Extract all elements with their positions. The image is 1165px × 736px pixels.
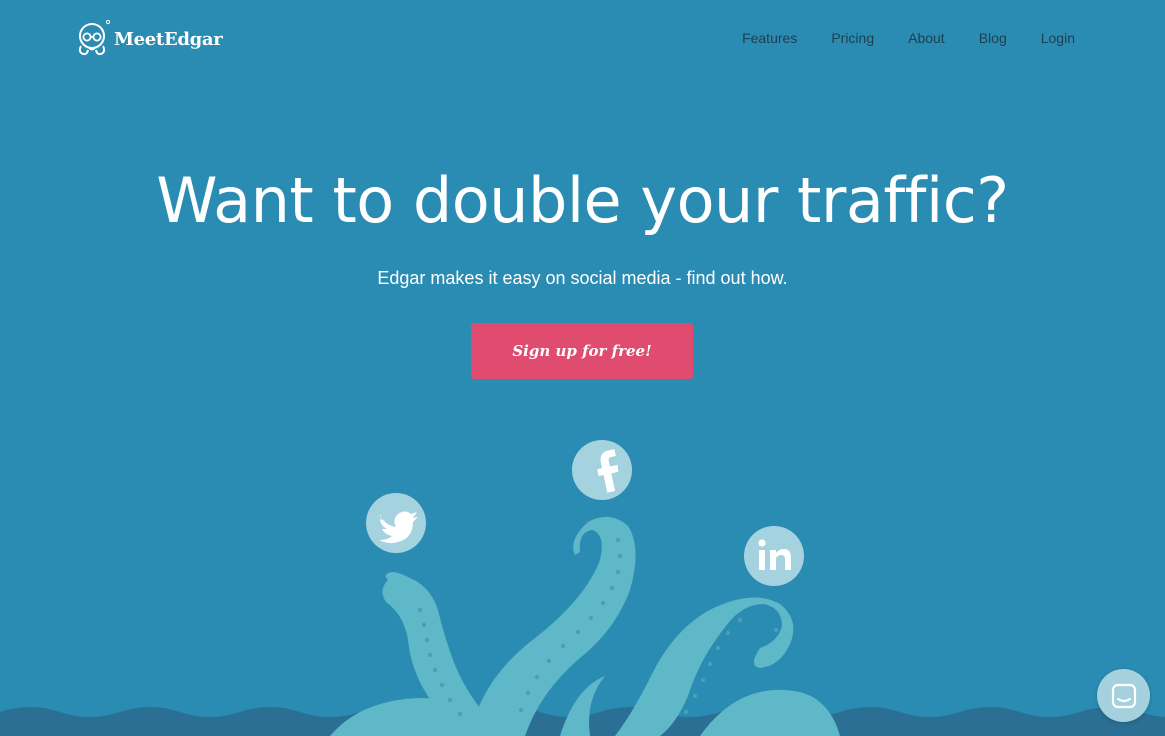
site-header: MeetEdgar Features Pricing About Blog Lo… <box>0 0 1165 80</box>
brand-name: MeetEdgar <box>114 28 223 50</box>
hero-title: Want to double your traffic? <box>156 164 1009 237</box>
twitter-icon[interactable] <box>366 493 426 553</box>
brand-logo[interactable]: MeetEdgar <box>72 19 223 59</box>
nav-link-features[interactable]: Features <box>742 30 797 46</box>
nav-link-about[interactable]: About <box>908 30 945 46</box>
linkedin-icon[interactable] <box>744 526 804 586</box>
octopus-illustration <box>0 440 1165 736</box>
tentacle-center <box>470 516 636 736</box>
nav-link-pricing[interactable]: Pricing <box>831 30 874 46</box>
hero-subtitle: Edgar makes it easy on social media - fi… <box>377 268 788 288</box>
main-nav: Features Pricing About Blog Login <box>742 30 1075 46</box>
nav-link-blog[interactable]: Blog <box>979 30 1007 46</box>
chat-icon <box>1111 683 1136 708</box>
tentacle-front-right <box>700 689 840 736</box>
octopus-logo-icon <box>78 19 111 56</box>
facebook-icon[interactable] <box>572 440 632 500</box>
nav-link-login[interactable]: Login <box>1041 30 1075 46</box>
chat-button[interactable] <box>1097 669 1150 722</box>
signup-button[interactable]: Sign up for free! <box>471 323 693 379</box>
